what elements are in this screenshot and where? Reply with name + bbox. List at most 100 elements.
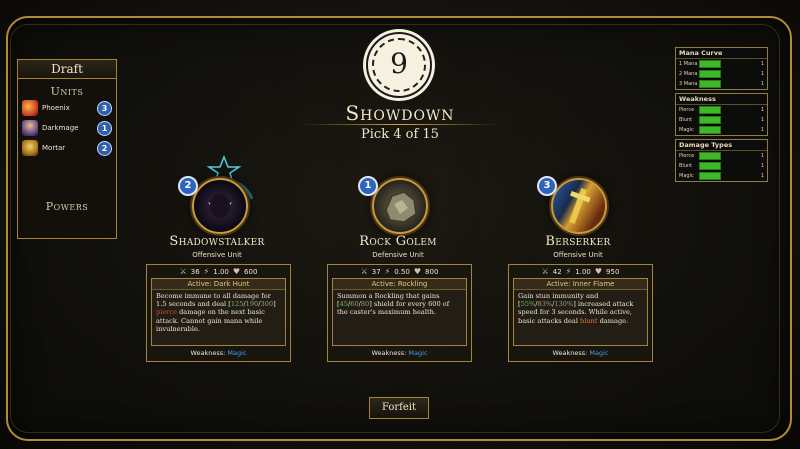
stat-label: Blunt — [679, 163, 693, 169]
draft-unit-mortar[interactable]: Mortar 2 — [18, 138, 116, 158]
stat-value: 1 — [760, 127, 764, 133]
stat-bar — [699, 162, 721, 170]
draft-panel: Draft Units Phoenix 3 Darkmage 1 Mortar … — [17, 59, 117, 239]
stat-bar — [699, 116, 721, 124]
heart-icon: ♥ — [413, 267, 422, 276]
ability-value-3: 130% — [554, 300, 574, 309]
weakness-value: Magic — [227, 349, 247, 357]
ability-description: Summon a Rockling that gains [45/60/80] … — [333, 290, 466, 319]
ability-box: Active: Dark Hunt Become immune to all d… — [151, 278, 286, 346]
rock-golem-icon — [385, 191, 417, 223]
unit-name: Phoenix — [42, 104, 70, 112]
ability-value-3: 300 — [260, 300, 274, 309]
pick-timer: 9 — [366, 32, 432, 98]
stat-bar — [699, 106, 721, 114]
unit-name: Mortar — [42, 144, 66, 152]
mortar-icon — [22, 140, 38, 156]
unit-stats: ⚔ 36 ⚡ 1.00 ♥ 600 — [147, 265, 290, 278]
forfeit-button[interactable]: Forfeit — [369, 397, 429, 419]
weakness-label: Weakness: — [190, 349, 226, 357]
stat-value: 1 — [760, 153, 764, 159]
sword-icon: ⚔ — [179, 267, 187, 276]
unit-role: Offensive Unit — [553, 251, 603, 259]
stat-value: 1 — [760, 163, 764, 169]
unit-role: Offensive Unit — [192, 251, 242, 259]
unit-count-badge: 3 — [97, 100, 112, 116]
heart-icon: ♥ — [232, 267, 241, 276]
unit-count-badge: 2 — [97, 140, 112, 156]
stat-row: Blunt 1 — [676, 115, 767, 125]
stat-row: Magic 1 — [676, 125, 767, 135]
ability-value-2: 83% — [537, 300, 553, 309]
stat-label: Pierce — [679, 107, 695, 113]
stat-value: 1 — [760, 81, 764, 87]
stat-label: Magic — [679, 173, 694, 179]
health-value: 600 — [244, 267, 258, 276]
stat-value: 1 — [760, 117, 764, 123]
stat-row: 1 Mana 1 — [676, 59, 767, 69]
unit-name: Berserker — [545, 234, 611, 249]
ability-text: damage. — [597, 316, 629, 325]
speed-value: 1.00 — [213, 267, 229, 276]
draft-unit-darkmage[interactable]: Darkmage 1 — [18, 118, 116, 138]
berserker-icon — [569, 188, 591, 224]
unit-card: ⚔ 37 ⚡ 0.50 ♥ 800 Active: Rockling Summon a… — [327, 264, 472, 362]
ability-keyword: blunt — [580, 316, 598, 325]
stat-row: Pierce 1 — [676, 105, 767, 115]
stat-value: 1 — [760, 107, 764, 113]
speed-icon: ⚡ — [203, 267, 210, 276]
weakness-value: Magic — [408, 349, 428, 357]
ability-value-1: 125 — [230, 300, 244, 309]
stat-bar — [699, 152, 721, 160]
weakness-title: Weakness — [676, 94, 767, 105]
weakness-line: Weakness: Magic — [147, 349, 290, 357]
powers-heading: Powers — [45, 200, 89, 213]
title-divider — [302, 124, 498, 125]
weakness-label: Weakness: — [552, 349, 588, 357]
unit-stats: ⚔ 42 ⚡ 1.00 ♥ 950 — [509, 265, 652, 278]
weakness-panel: Weakness Pierce 1 Blunt 1 Magic 1 — [675, 93, 768, 136]
stat-bar — [699, 70, 721, 78]
unit-level-badge: 1 — [358, 176, 378, 196]
stat-value: 1 — [760, 61, 764, 67]
pick-counter: Pick 4 of 15 — [361, 127, 439, 142]
weakness-label: Weakness: — [371, 349, 407, 357]
page-title: Showdown — [345, 101, 455, 125]
mana-curve-panel: Mana Curve 1 Mana 1 2 Mana 1 3 Mana 1 — [675, 47, 768, 90]
stat-bar — [699, 60, 721, 68]
draft-title: Draft — [18, 60, 116, 79]
stat-row: Pierce 1 — [676, 151, 767, 161]
weakness-value: Magic — [589, 349, 609, 357]
berserker-portrait — [551, 178, 607, 234]
stat-label: Pierce — [679, 153, 695, 159]
heart-icon: ♥ — [594, 267, 603, 276]
stat-value: 1 — [760, 71, 764, 77]
damage-types-title: Damage Types — [676, 140, 767, 151]
ability-box: Active: Inner Flame Gain stun immunity a… — [513, 278, 648, 346]
unit-count-badge: 1 — [97, 120, 112, 136]
timer-number: 9 — [390, 47, 408, 80]
stat-label: 2 Mana — [679, 71, 698, 77]
ability-title: Active: Rockling — [333, 279, 466, 290]
ability-value-1: 45 — [339, 300, 348, 309]
ability-value-1: 55% — [520, 300, 536, 309]
unit-stats: ⚔ 37 ⚡ 0.50 ♥ 800 — [328, 265, 471, 278]
ability-value-3: 80 — [360, 300, 370, 309]
sword-icon: ⚔ — [541, 267, 549, 276]
unit-card: ⚔ 36 ⚡ 1.00 ♥ 600 Active: Dark Hunt Become … — [146, 264, 291, 362]
stat-row: Magic 1 — [676, 171, 767, 181]
mana-curve-title: Mana Curve — [676, 48, 767, 59]
ability-box: Active: Rockling Summon a Rockling that … — [332, 278, 467, 346]
shadowstalker-portrait — [192, 178, 248, 234]
ability-title: Active: Dark Hunt — [152, 279, 285, 290]
weakness-line: Weakness: Magic — [328, 349, 471, 357]
ability-value-2: 60 — [350, 300, 359, 309]
phoenix-icon — [22, 100, 38, 116]
draft-unit-phoenix[interactable]: Phoenix 3 — [18, 98, 116, 118]
shadowstalker-icon — [208, 194, 232, 218]
health-value: 800 — [425, 267, 439, 276]
ability-value-2: 190 — [245, 300, 259, 309]
ability-text: ] — [273, 300, 276, 309]
unit-name: Rock Golem — [359, 234, 437, 249]
speed-value: 0.50 — [394, 267, 410, 276]
